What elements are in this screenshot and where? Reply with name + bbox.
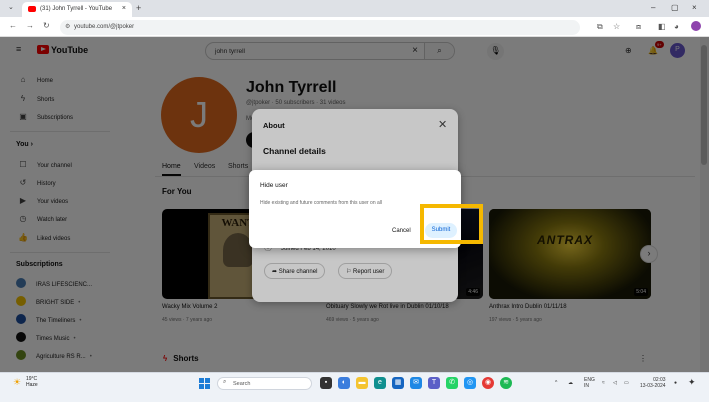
address-bar[interactable]: ⚙ youtube.com/@jtpoker <box>60 20 580 35</box>
windows-taskbar <box>0 372 709 402</box>
site-info-icon[interactable]: ⚙ <box>65 23 70 30</box>
edge-icon[interactable]: e <box>374 377 386 389</box>
tab-title: (31) John Tyrrell - YouTube <box>40 6 113 12</box>
app-icon[interactable]: ◎ <box>464 377 476 389</box>
copilot-icon[interactable]: ✦ <box>688 377 696 388</box>
minimize-button[interactable]: – <box>651 3 655 12</box>
address-url: youtube.com/@jtpoker <box>74 24 135 30</box>
notification-icon[interactable]: ● <box>674 380 677 386</box>
taskbar-search[interactable]: ⌕ Search <box>217 377 312 390</box>
youtube-favicon-icon <box>28 6 36 12</box>
cancel-button[interactable]: Cancel <box>387 225 416 237</box>
browser-profile-avatar[interactable] <box>691 21 701 31</box>
forward-icon[interactable]: → <box>26 21 34 30</box>
chat-icon[interactable]: ◐ <box>338 377 350 389</box>
store-icon[interactable]: ▦ <box>392 377 404 389</box>
teams-icon[interactable]: T <box>428 377 440 389</box>
weather-condition: Haze <box>26 382 38 388</box>
close-window-button[interactable]: × <box>692 3 697 12</box>
reload-icon[interactable]: ↻ <box>43 21 50 30</box>
tray-overflow-icon[interactable]: ^ <box>555 380 557 386</box>
language-indicator[interactable]: ENG IN <box>584 377 595 389</box>
whatsapp-icon[interactable]: ✆ <box>446 377 458 389</box>
tab-search-icon[interactable]: ⌄ <box>8 3 14 11</box>
back-icon[interactable]: ← <box>9 21 17 30</box>
battery-icon[interactable]: ▭ <box>624 380 629 386</box>
mail-icon[interactable]: ✉ <box>410 377 422 389</box>
hide-user-title: Hide user <box>260 182 288 189</box>
task-view-icon[interactable]: ▪ <box>320 377 332 389</box>
volume-icon[interactable]: ◁ <box>613 380 617 386</box>
chrome-profile-icon[interactable]: ◕ <box>674 22 679 31</box>
windows-start-icon[interactable] <box>199 378 210 389</box>
file-explorer-icon[interactable]: ▬ <box>356 377 368 389</box>
browser-tab-youtube[interactable]: (31) John Tyrrell - YouTube × <box>22 2 132 17</box>
new-tab-button[interactable]: + <box>136 3 141 13</box>
sun-icon: ☀ <box>13 377 22 387</box>
chrome-icon[interactable]: ◉ <box>482 377 494 389</box>
spotify-icon[interactable]: ≋ <box>500 377 512 389</box>
side-panel-icon[interactable]: ◧ <box>658 22 666 31</box>
wifi-icon[interactable]: ≈ <box>602 380 605 386</box>
extensions-icon[interactable]: ⧈ <box>636 22 641 32</box>
bookmark-star-icon[interactable]: ☆ <box>613 22 620 31</box>
tab-close-icon[interactable]: × <box>122 5 126 12</box>
maximize-button[interactable]: ▢ <box>671 3 679 12</box>
weather-widget[interactable]: ☀ 19°C Haze <box>13 376 38 388</box>
search-icon: ⌕ <box>223 379 227 385</box>
onedrive-icon[interactable]: ☁ <box>568 380 573 386</box>
hide-user-description: Hide existing and future comments from t… <box>260 200 382 206</box>
cast-icon[interactable]: ⧉ <box>597 22 603 32</box>
clock[interactable]: 02:03 13-03-2024 <box>640 377 666 389</box>
highlight-box <box>420 204 483 244</box>
